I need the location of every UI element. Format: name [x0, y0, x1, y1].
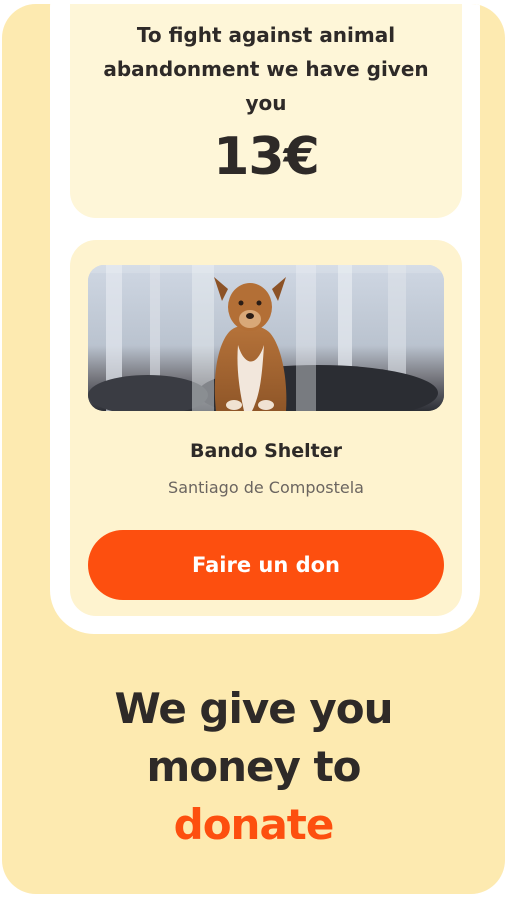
- headline-accent-word: donate: [173, 800, 335, 849]
- shelter-name: Bando Shelter: [189, 440, 343, 462]
- shelter-city: Santiago de Compostela: [168, 478, 364, 497]
- amount-title: To fight against animal abandonment we h…: [103, 23, 429, 115]
- donate-button[interactable]: Faire un don: [88, 530, 444, 600]
- amount-value: 13€: [213, 127, 320, 187]
- headline-line-2: money to: [146, 742, 362, 791]
- headline-line-1: We give you: [114, 684, 393, 733]
- dog-photo-icon: [88, 265, 444, 411]
- headline: We give you money to donate: [2, 680, 505, 854]
- promo-card: To fight against animal abandonment we h…: [2, 4, 505, 894]
- donation-amount-card: To fight against animal abandonment we h…: [70, 4, 462, 218]
- shelter-dog-photo: [88, 265, 444, 411]
- shelter-card[interactable]: Bando Shelter Santiago de Compostela Fai…: [70, 240, 462, 616]
